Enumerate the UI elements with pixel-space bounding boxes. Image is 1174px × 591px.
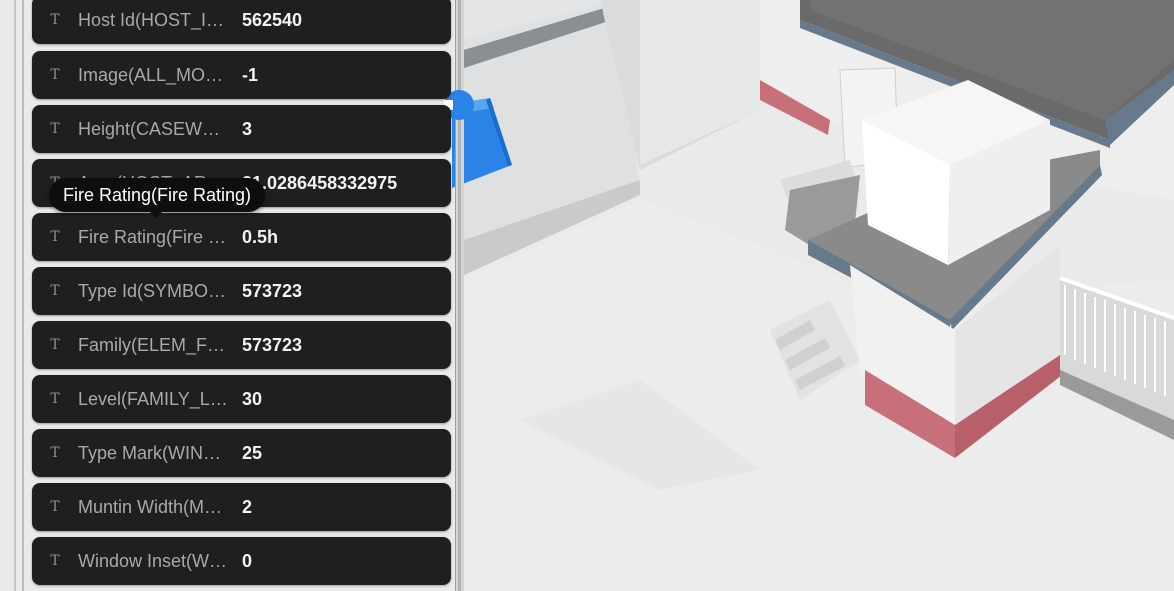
property-row-family[interactable]: T Family(ELEM_F… 573723 <box>32 321 451 369</box>
property-value: 25 <box>242 442 263 463</box>
property-value: 562540 <box>242 9 303 30</box>
property-name: Type Mark(WIN… <box>78 442 222 463</box>
text-type-icon: T <box>50 391 60 407</box>
property-row-muntin-width[interactable]: T Muntin Width(M… 2 <box>32 483 451 531</box>
property-name: Level(FAMILY_L… <box>78 388 228 409</box>
property-tooltip: Fire Rating(Fire Rating) <box>49 178 266 218</box>
tooltip-text: Fire Rating(Fire Rating) <box>63 184 252 205</box>
property-row-level[interactable]: T Level(FAMILY_L… 30 <box>32 375 451 423</box>
text-type-icon: T <box>50 337 60 353</box>
text-type-icon: T <box>50 553 60 569</box>
property-name: Height(CASEW… <box>78 118 221 139</box>
property-row-host-id[interactable]: T Host Id(HOST_I… 562540 <box>32 0 451 44</box>
property-name: Host Id(HOST_I… <box>78 9 225 30</box>
text-type-icon: T <box>50 229 60 245</box>
property-value: -1 <box>242 64 259 85</box>
property-name: Family(ELEM_F… <box>78 334 226 355</box>
property-value: 21.0286458332975 <box>242 172 398 193</box>
text-type-icon: T <box>50 283 60 299</box>
property-row-fire-rating[interactable]: T Fire Rating(Fire … 0.5h <box>32 213 451 261</box>
property-value: 573723 <box>242 334 303 355</box>
property-row-window-inset[interactable]: T Window Inset(W… 0 <box>32 537 451 585</box>
panel-resize-divider[interactable] <box>455 0 464 591</box>
property-row-height[interactable]: T Height(CASEW… 3 <box>32 105 451 153</box>
text-type-icon: T <box>50 12 60 28</box>
property-value: 30 <box>242 388 263 409</box>
property-name: Window Inset(W… <box>78 550 228 571</box>
text-type-icon: T <box>50 121 60 137</box>
text-type-icon: T <box>50 67 60 83</box>
panel-left-rail <box>0 0 28 591</box>
text-type-icon: T <box>50 499 60 515</box>
property-name: Fire Rating(Fire … <box>78 226 227 247</box>
property-value: 3 <box>242 118 253 139</box>
property-value: 2 <box>242 496 253 517</box>
app-stage: T Host Id(HOST_I… 562540 T Image(ALL_MO…… <box>0 0 1174 591</box>
property-value: 0 <box>242 550 253 571</box>
property-row-type-id[interactable]: T Type Id(SYMBO… 573723 <box>32 267 451 315</box>
property-name: Image(ALL_MO… <box>78 64 224 85</box>
property-name: Type Id(SYMBO… <box>78 280 227 301</box>
property-value: 0.5h <box>242 226 279 247</box>
property-row-type-mark[interactable]: T Type Mark(WIN… 25 <box>32 429 451 477</box>
property-value: 573723 <box>242 280 303 301</box>
property-name: Muntin Width(M… <box>78 496 223 517</box>
property-row-image[interactable]: T Image(ALL_MO… -1 <box>32 51 451 99</box>
tooltip-arrow <box>149 211 163 218</box>
text-type-icon: T <box>50 445 60 461</box>
